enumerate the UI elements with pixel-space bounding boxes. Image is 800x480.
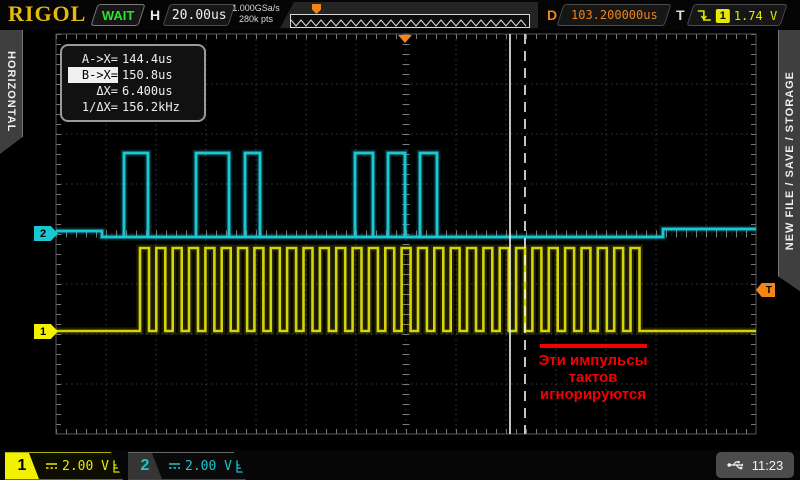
left-tab-label: HORIZONTAL [5,51,17,132]
memory-window-box [290,14,530,28]
ch2-vernier-icon [236,460,245,473]
timebase-box[interactable]: 20.00us [162,4,235,26]
acquisition-status-badge: WAIT [90,4,145,26]
trigger-status-box[interactable]: 1 1.74 V [686,4,787,26]
cursor-inv-dx-label: 1/ΔX= [68,99,118,115]
cursor-row-inv-dx: 1/ΔX= 156.2kHz [68,99,198,115]
ch2-scale-value: 2.00 V [185,459,232,474]
tab-horizontal-menu[interactable]: HORIZONTAL [0,30,23,154]
cursor-ax-label: A->X= [68,51,118,67]
ch1-scale-value: 2.00 V [62,459,109,474]
memory-depth: 280k pts [230,14,282,25]
bottom-status-bar: 1 2.00 V 2 2.00 V [0,450,800,480]
cursor-inv-dx-value: 156.2kHz [122,99,180,115]
dc-coupling-icon [168,461,181,471]
acquisition-status: WAIT [102,8,135,23]
cursor-readout-panel: A->X= 144.4us B->X= 150.8us ΔX= 6.400us … [60,44,206,122]
tab-storage-menu[interactable]: NEW FILE / SAVE / STORAGE [778,30,800,292]
annotation-underline [540,344,647,348]
dc-coupling-icon [45,461,58,471]
clock-time: 11:23 [752,458,784,473]
falling-edge-trigger-icon [697,8,712,23]
horizontal-offset-box[interactable]: 103.200000us [556,4,671,26]
cursor-row-dx: ΔX= 6.400us [68,83,198,99]
cursor-dx-label: ΔX= [68,83,118,99]
annotation-line-2: тактов [518,369,668,386]
clock-box: 11:23 [716,452,794,478]
horizontal-offset-value: 103.200000us [571,8,658,22]
ch2-marker-label: 2 [40,228,46,240]
sample-rate: 1.000GSa/s [230,3,282,14]
memory-waveform-icon [291,18,527,28]
cursor-dx-value: 6.400us [122,83,173,99]
rigol-logo: RIGOL [8,1,86,27]
ch1-marker-label: 1 [40,326,46,338]
ch2-status-box[interactable]: 2 2.00 V [128,452,246,480]
top-status-bar: RIGOL WAIT H 20.00us 1.000GSa/s 280k pts… [0,0,800,30]
trigger-label: T [676,7,685,23]
trigger-source-badge: 1 [716,8,730,22]
ch1-vernier-icon [113,460,122,473]
ch1-number-badge: 1 [5,453,39,479]
trigger-marker-label: T [766,285,772,296]
horizontal-label: H [150,7,160,23]
cursor-bx-label: B->X= [68,67,118,83]
usb-icon [727,459,747,471]
ch1-status-box[interactable]: 1 2.00 V [5,452,123,480]
cursor-row-bx: B->X= 150.8us [68,67,198,83]
trigger-position-flag-icon [312,4,321,14]
right-tab-label: NEW FILE / SAVE / STORAGE [784,71,796,250]
cursor-ax-value: 144.4us [122,51,173,67]
ch2-number-badge: 2 [128,453,162,479]
annotation-text: Эти импульсы тактов игнорируются [518,352,668,403]
sample-rate-block: 1.000GSa/s 280k pts [230,3,282,25]
annotation-line-3: игнорируются [518,386,668,403]
delay-label: D [547,7,557,23]
memory-position-indicator[interactable] [280,2,538,28]
oscilloscope-screen: { "brand": "RIGOL", "top_bar": { "status… [0,0,800,480]
annotation-line-1: Эти импульсы [518,352,668,369]
cursor-bx-value: 150.8us [122,67,173,83]
cursor-row-ax: A->X= 144.4us [68,51,198,67]
trigger-level-value: 1.74 V [734,8,777,22]
timebase-value: 20.00us [172,8,227,23]
